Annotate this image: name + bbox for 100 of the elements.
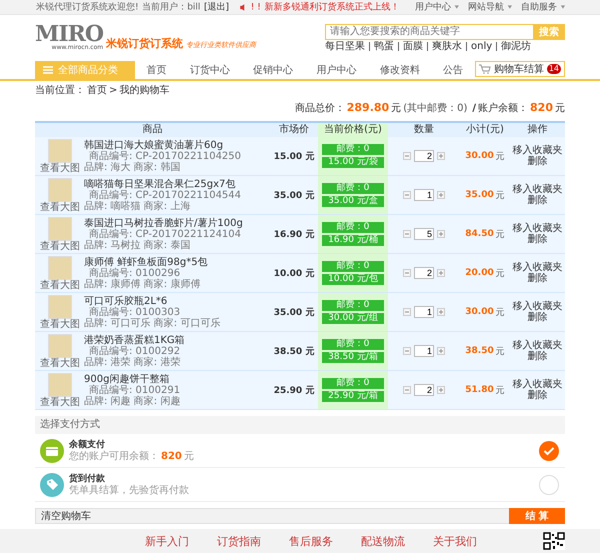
move-to-favorites-link[interactable]: 移入收藏夹	[512, 301, 562, 312]
view-image-link[interactable]: 查看大图	[40, 318, 80, 330]
payment-header: 选择支付方式	[35, 416, 565, 434]
postage-tag: 邮费：0	[322, 222, 384, 233]
footer-link[interactable]: 配送物流	[361, 534, 405, 548]
delete-link[interactable]: 删除	[528, 312, 548, 323]
payment-option[interactable]: 货到付款 凭单具结算，先验货再付款	[35, 468, 565, 502]
minus-icon[interactable]	[403, 308, 411, 316]
quantity-field[interactable]: 1	[414, 306, 434, 318]
plus-icon[interactable]	[437, 191, 445, 199]
delete-link[interactable]: 删除	[528, 351, 548, 362]
move-to-favorites-link[interactable]: 移入收藏夹	[512, 223, 562, 234]
nav-link[interactable]: 促销中心	[253, 63, 294, 77]
column-header: 市场价	[278, 123, 310, 137]
minus-icon[interactable]	[403, 191, 411, 199]
hot-keyword-link[interactable]: 爽肤水	[427, 42, 462, 50]
view-image-link[interactable]: 查看大图	[40, 396, 80, 408]
market-price: 25.90 元	[274, 384, 314, 396]
hot-keyword-link[interactable]: 每日坚果	[325, 42, 365, 50]
delete-link[interactable]: 删除	[528, 195, 548, 206]
caret-icon	[560, 5, 566, 9]
nav-link[interactable]: 首页	[146, 63, 167, 77]
delete-link[interactable]: 删除	[528, 273, 548, 284]
nav-link[interactable]: 公告	[443, 63, 464, 77]
product-code: 商品编号: 0100303	[88, 306, 182, 318]
minus-icon[interactable]	[403, 230, 411, 238]
delete-link[interactable]: 删除	[528, 234, 548, 245]
minus-icon[interactable]	[403, 152, 411, 160]
hot-keyword-link[interactable]: 御泥坊	[496, 42, 532, 50]
view-image-link[interactable]: 查看大图	[40, 162, 80, 174]
move-to-favorites-link[interactable]: 移入收藏夹	[512, 340, 562, 351]
product-code: 商品编号: 0100296	[88, 268, 182, 278]
checked-radio[interactable]	[539, 440, 559, 460]
product-brand: 品牌: 港荣 商家: 港荣	[84, 356, 182, 368]
current-price-tag: 30.00 元/组	[322, 313, 384, 324]
top-menu-link[interactable]: 自助服务	[521, 0, 558, 14]
plus-icon[interactable]	[437, 230, 445, 238]
hot-keyword-link[interactable]: only	[466, 42, 492, 50]
product-name: 可口可乐胶瓶2L*6	[84, 296, 168, 306]
minus-icon[interactable]	[403, 386, 411, 394]
product-brand: 品牌: 可口可乐 商家: 可口可乐	[84, 318, 220, 328]
plus-icon[interactable]	[437, 347, 445, 355]
footer-link[interactable]: 售后服务	[289, 534, 333, 548]
move-to-favorites-link[interactable]: 移入收藏夹	[512, 184, 562, 195]
speaker-icon	[239, 2, 248, 12]
footer-link[interactable]: 关于我们	[433, 534, 477, 548]
move-to-favorites-link[interactable]: 移入收藏夹	[512, 262, 562, 273]
top-menu-link[interactable]: 用户中心	[414, 0, 451, 14]
delete-link[interactable]: 删除	[528, 390, 548, 401]
view-image-link[interactable]: 查看大图	[40, 240, 80, 252]
footer-link[interactable]: 新手入门	[145, 534, 189, 548]
minus-icon[interactable]	[403, 347, 411, 355]
move-to-favorites-link[interactable]: 移入收藏夹	[512, 145, 562, 156]
photo-placeholder	[48, 294, 72, 318]
view-image-link[interactable]: 查看大图	[40, 358, 80, 368]
current-price-tag: 38.50 元/箱	[322, 352, 384, 363]
market-price: 38.50 元	[274, 346, 314, 358]
payment-description: 您的账户可用余额：	[69, 450, 159, 462]
plus-icon[interactable]	[437, 152, 445, 160]
footer-link[interactable]: 订货指南	[217, 534, 261, 548]
subtotal-unit: 元	[496, 228, 505, 240]
product-code: 商品编号: CP-20170221124104	[88, 228, 242, 240]
plus-icon[interactable]	[437, 269, 445, 277]
product-name: 韩国进口海大娘蜜黄油薯片60g	[84, 140, 224, 150]
menu-icon	[43, 66, 53, 74]
minus-icon[interactable]	[403, 269, 411, 277]
quantity-field[interactable]: 5	[414, 228, 434, 240]
search-field[interactable]: 请输入您要搜索的商品关键字	[325, 24, 533, 40]
hot-keyword-link[interactable]: 面膜	[398, 42, 423, 50]
nav-link[interactable]: 订货中心	[190, 63, 230, 77]
view-image-link[interactable]: 查看大图	[40, 202, 80, 212]
quantity-field[interactable]: 2	[414, 384, 434, 396]
radio-button[interactable]	[539, 474, 559, 494]
tag-icon	[40, 472, 64, 496]
photo-placeholder	[48, 216, 72, 240]
top-menu-link[interactable]: 网站导航	[468, 0, 504, 14]
market-price: 10.00 元	[274, 268, 314, 280]
cart-checkout-button[interactable]: 购物车结算 14	[474, 61, 565, 77]
delete-link[interactable]: 删除	[528, 156, 548, 167]
nav-link[interactable]: 用户中心	[316, 63, 357, 77]
view-image-link[interactable]: 查看大图	[40, 280, 80, 290]
hot-keyword-link[interactable]: 鸭蛋	[369, 42, 394, 50]
logout-link[interactable]: [退出]	[204, 0, 230, 14]
plus-icon[interactable]	[437, 386, 445, 394]
quantity-field[interactable]: 1	[414, 189, 434, 201]
current-price-tag: 35.00 元/盒	[322, 196, 384, 207]
subtotal-unit: 元	[496, 190, 505, 202]
clear-cart-button[interactable]: 清空购物车	[36, 509, 509, 523]
quantity-field[interactable]: 2	[414, 267, 434, 279]
subtotal-amount: 51.80	[465, 385, 494, 395]
payment-option[interactable]: 余额支付 您的账户可用余额： 820 元	[35, 434, 565, 468]
move-to-favorites-link[interactable]: 移入收藏夹	[512, 379, 562, 390]
plus-icon[interactable]	[437, 308, 445, 316]
quantity-field[interactable]: 1	[414, 345, 434, 357]
cart-count-badge: 14	[546, 64, 561, 74]
quantity-field[interactable]: 2	[414, 150, 434, 162]
notice-link[interactable]: 新新多锐通利订货系统正式上线！	[264, 0, 400, 14]
payment-description: 凭单具结算，先验货再付款	[69, 484, 189, 496]
breadcrumb-home-link[interactable]: 首页	[87, 83, 107, 97]
nav-link[interactable]: 修改资料	[380, 63, 420, 77]
